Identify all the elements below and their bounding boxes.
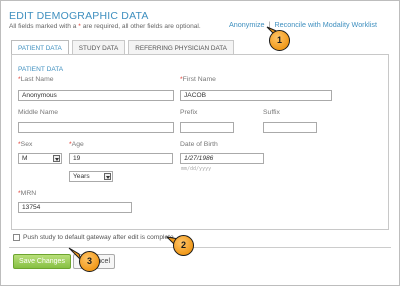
tab-study-data[interactable]: STUDY DATA xyxy=(71,40,126,55)
suffix-input[interactable] xyxy=(263,122,317,133)
sex-value: M xyxy=(22,155,28,162)
tab-referring-physician-data[interactable]: REFERRING PHYSICIAN DATA xyxy=(128,40,234,55)
dob-input[interactable]: 1/27/1986 xyxy=(180,153,264,164)
last-name-label: *Last Name xyxy=(18,76,54,83)
callout-1-badge: 1 xyxy=(269,30,290,51)
anonymize-link[interactable]: Anonymize xyxy=(229,20,265,29)
tab-bar: PATIENT DATA STUDY DATA REFERRING PHYSIC… xyxy=(11,40,237,55)
last-name-input[interactable]: Anonymous xyxy=(18,90,174,101)
age-unit-value: Years xyxy=(73,173,90,180)
dialog-title: EDIT DEMOGRAPHIC DATA xyxy=(9,10,149,22)
callout-2-badge: 2 xyxy=(173,235,194,256)
dob-label: Date of Birth xyxy=(180,141,218,148)
push-gateway-checkbox[interactable] xyxy=(13,234,20,241)
subtitle-suffix: are required, all other fields are optio… xyxy=(82,23,201,30)
mrn-input[interactable]: 13754 xyxy=(18,202,132,213)
prefix-label: Prefix xyxy=(180,109,198,116)
header-links: Anonymize | Reconcile with Modality Workli… xyxy=(229,20,377,29)
tab-patient-data[interactable]: PATIENT DATA xyxy=(11,40,69,55)
push-gateway-label: Push study to default gateway after edit… xyxy=(23,234,174,241)
chevron-down-icon xyxy=(53,155,60,162)
first-name-input[interactable]: JACOB xyxy=(180,90,332,101)
age-label: *Age xyxy=(69,141,84,148)
age-unit-select[interactable]: Years xyxy=(69,171,113,182)
chevron-down-icon xyxy=(104,173,111,180)
middle-name-input[interactable] xyxy=(18,122,174,133)
reconcile-worklist-link[interactable]: Reconcile with Modality Worklist xyxy=(274,20,377,29)
subtitle-prefix: All fields marked with a xyxy=(9,23,77,30)
required-star: * xyxy=(78,23,81,30)
edit-demographic-dialog: EDIT DEMOGRAPHIC DATA All fields marked … xyxy=(0,0,400,286)
mrn-label: *MRN xyxy=(18,190,37,197)
age-input[interactable]: 19 xyxy=(69,153,173,164)
dialog-subtitle: All fields marked with a * are required,… xyxy=(9,23,201,30)
sex-select[interactable]: M xyxy=(18,153,62,164)
middle-name-label: Middle Name xyxy=(18,109,59,116)
save-changes-button[interactable]: Save Changes xyxy=(13,254,71,269)
sex-label: *Sex xyxy=(18,141,33,148)
first-name-label: *First Name xyxy=(180,76,216,83)
prefix-input[interactable] xyxy=(180,122,234,133)
suffix-label: Suffix xyxy=(263,109,280,116)
section-title: PATIENT DATA xyxy=(18,66,64,73)
dob-format-hint: mm/dd/yyyy xyxy=(181,166,212,172)
callout-3-badge: 3 xyxy=(79,251,100,272)
